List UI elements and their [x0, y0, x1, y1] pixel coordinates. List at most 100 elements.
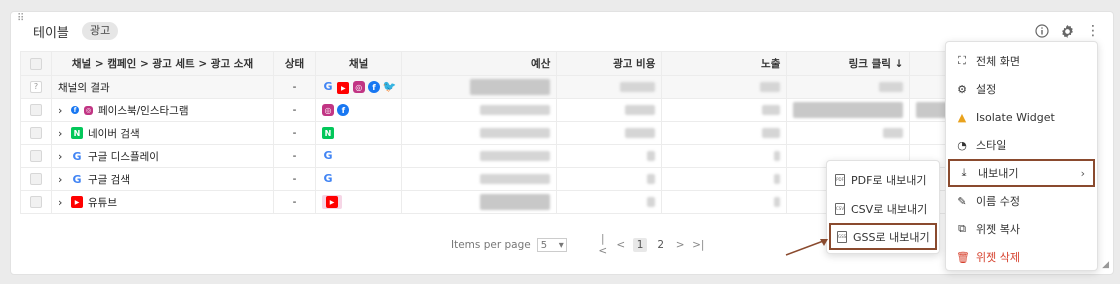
blurred-value [556, 167, 663, 191]
export-csv-item[interactable]: CSV CSV로 내보내기 [827, 194, 939, 223]
instagram-icon: ◎ [322, 104, 334, 117]
gss-file-icon: GSS [837, 230, 847, 243]
table-header-row: 채널 > 캠페인 > 광고 세트 > 광고 소재 상태 채널 예산 광고 비용 … [20, 51, 974, 76]
chevron-right-icon: › [1080, 166, 1085, 180]
blurred-value [661, 121, 788, 145]
blurred-value [661, 167, 788, 191]
row-name: 유튜브 [88, 196, 117, 209]
export-submenu: PDF PDF로 내보내기 CSV CSV로 내보내기 GSS GSS로 내보내기 [826, 160, 940, 254]
gear-icon: ⚙ [957, 82, 967, 96]
widget-context-menu: ⛶ 전체 화면 ⚙ 설정 ▲ Isolate Widget ◔ 스타일 ⤓ 내보내기 › ✎… [945, 41, 1098, 271]
column-header-spend[interactable]: 광고 비용 [556, 51, 663, 76]
column-header-link-clicks[interactable]: 링크 클릭 ↓ [786, 51, 911, 76]
copy-icon: ⧉ [958, 222, 966, 235]
drag-handle-icon[interactable]: ⠿ [17, 14, 27, 26]
menu-item-export[interactable]: ⤓ 내보내기 › [948, 159, 1095, 187]
youtube-icon: ▶ [337, 82, 350, 94]
row-checkbox[interactable]: ? [20, 75, 52, 99]
total-row: ? 채널의 결과 - G ▶ ◎ f 🐦 [20, 75, 974, 99]
menu-item-isolate-widget[interactable]: ▲ Isolate Widget [946, 103, 1097, 131]
export-gss-item[interactable]: GSS GSS로 내보내기 [829, 223, 937, 250]
blurred-value [401, 98, 558, 122]
row-checkbox[interactable] [20, 121, 52, 145]
column-header-channel[interactable]: 채널 [314, 51, 403, 76]
last-page-button[interactable]: >| [692, 239, 704, 251]
blurred-value [556, 75, 663, 99]
page-1-button[interactable]: 1 [632, 238, 648, 252]
items-per-page-select[interactable]: 5 ▾ [536, 238, 567, 252]
menu-item-delete-widget[interactable]: 🗑 위젯 삭제 [946, 243, 1097, 271]
blurred-value [401, 167, 558, 191]
facebook-icon: f [71, 106, 79, 114]
google-icon: G [72, 172, 82, 186]
menu-item-fullscreen[interactable]: ⛶ 전체 화면 [946, 47, 1097, 75]
naver-icon: N [71, 127, 83, 139]
google-icon: G [323, 79, 333, 93]
select-all-checkbox[interactable] [20, 51, 52, 76]
prev-page-button[interactable]: < [615, 239, 627, 251]
row-checkbox[interactable] [20, 144, 52, 168]
twitter-icon: 🐦 [382, 79, 397, 93]
row-status: - [273, 121, 316, 145]
facebook-icon: f [337, 104, 350, 117]
youtube-icon: ▶ [71, 196, 83, 208]
expand-chevron-icon[interactable]: › [58, 173, 66, 186]
naver-icon: N [322, 127, 334, 140]
warning-icon: ▲ [957, 110, 967, 124]
annotation-arrow-icon [785, 239, 828, 256]
chevron-down-icon: ▾ [558, 239, 564, 251]
rename-icon: ✎ [957, 194, 967, 208]
instagram-icon: ◎ [352, 81, 365, 93]
row-name: 구글 디스플레이 [88, 150, 159, 163]
next-page-button[interactable]: > [674, 239, 686, 251]
pdf-file-icon: PDF [835, 173, 845, 186]
csv-file-icon: CSV [835, 202, 845, 215]
pagination: Items per page 5 ▾ |< < 1 2 > >| [451, 233, 704, 257]
menu-item-rename[interactable]: ✎ 이름 수정 [946, 187, 1097, 215]
blurred-value [401, 144, 558, 168]
trash-icon: 🗑 [956, 250, 970, 264]
expand-chevron-icon[interactable]: › [58, 150, 66, 163]
download-icon: ⤓ [961, 166, 967, 179]
row-name: 네이버 검색 [88, 127, 140, 140]
youtube-icon: ▶ [326, 196, 338, 209]
row-status: - [273, 144, 316, 168]
column-header-name[interactable]: 채널 > 캠페인 > 광고 세트 > 광고 소재 [51, 51, 274, 76]
facebook-icon: f [368, 81, 381, 93]
gear-icon[interactable] [1058, 22, 1076, 40]
first-page-button[interactable]: |< [597, 233, 609, 257]
blurred-value [401, 75, 558, 99]
column-header-status[interactable]: 상태 [273, 51, 316, 76]
table-row[interactable]: › N 네이버 검색 - N [20, 121, 974, 145]
blurred-value [661, 75, 788, 99]
instagram-icon: ◎ [84, 105, 93, 115]
column-header-impressions[interactable]: 노출 [661, 51, 788, 76]
more-vertical-icon[interactable]: ⋮ [1084, 22, 1102, 40]
info-icon[interactable] [1033, 22, 1051, 40]
expand-chevron-icon[interactable]: › [58, 196, 66, 209]
blurred-value [786, 121, 911, 145]
google-icon: G [323, 172, 333, 186]
row-name: 페이스북/인스타그램 [98, 104, 189, 117]
expand-chevron-icon[interactable]: › [58, 104, 66, 117]
blurred-value [786, 75, 911, 99]
expand-chevron-icon[interactable]: › [58, 127, 66, 140]
row-checkbox[interactable] [20, 98, 52, 122]
resize-handle-icon[interactable]: ◢ [1102, 260, 1109, 270]
row-checkbox[interactable] [20, 167, 52, 191]
blurred-value [401, 190, 558, 214]
items-per-page-label: Items per page [451, 239, 531, 251]
export-pdf-item[interactable]: PDF PDF로 내보내기 [827, 165, 939, 194]
table-row[interactable]: › f ◎ 페이스북/인스타그램 - ◎ f [20, 98, 974, 122]
blurred-value [661, 98, 788, 122]
page-2-button[interactable]: 2 [653, 238, 668, 252]
row-status: - [273, 190, 316, 214]
menu-item-copy-widget[interactable]: ⧉ 위젯 복사 [946, 215, 1097, 243]
menu-item-settings[interactable]: ⚙ 설정 [946, 75, 1097, 103]
row-status: - [273, 98, 316, 122]
widget-title: 테이블 [33, 26, 69, 41]
row-checkbox[interactable] [20, 190, 52, 214]
menu-item-style[interactable]: ◔ 스타일 [946, 131, 1097, 159]
row-channel-icons: G ▶ ◎ f 🐦 [314, 75, 403, 99]
column-header-budget[interactable]: 예산 [401, 51, 558, 76]
